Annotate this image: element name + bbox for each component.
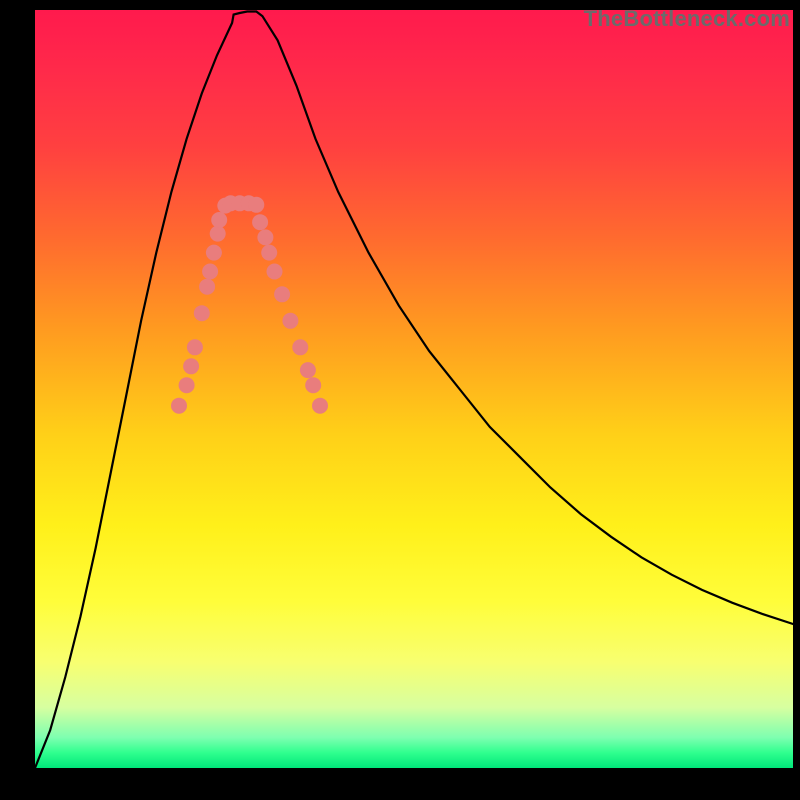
data-dot <box>292 339 308 355</box>
data-dot <box>210 226 226 242</box>
chart-svg <box>35 10 793 768</box>
data-dot <box>194 305 210 321</box>
data-dot <box>202 264 218 280</box>
data-dot <box>171 398 187 414</box>
watermark-text: TheBottleneck.com <box>584 6 790 32</box>
data-dot <box>179 377 195 393</box>
data-dot <box>274 286 290 302</box>
data-dot <box>267 264 283 280</box>
chart-plot-area <box>35 10 793 768</box>
chart-stage: TheBottleneck.com <box>0 0 800 800</box>
chart-dots-group <box>171 195 328 413</box>
data-dot <box>206 245 222 261</box>
data-dot <box>211 212 227 228</box>
data-dot <box>312 398 328 414</box>
data-dot <box>261 245 277 261</box>
data-dot <box>199 279 215 295</box>
data-dot <box>187 339 203 355</box>
data-dot <box>305 377 321 393</box>
data-dot <box>257 229 273 245</box>
data-dot <box>300 362 316 378</box>
data-dot <box>282 313 298 329</box>
data-dot <box>183 358 199 374</box>
chart-curve-group <box>35 12 793 769</box>
bottleneck-curve <box>35 12 793 769</box>
data-dot <box>248 197 264 213</box>
data-dot <box>252 214 268 230</box>
